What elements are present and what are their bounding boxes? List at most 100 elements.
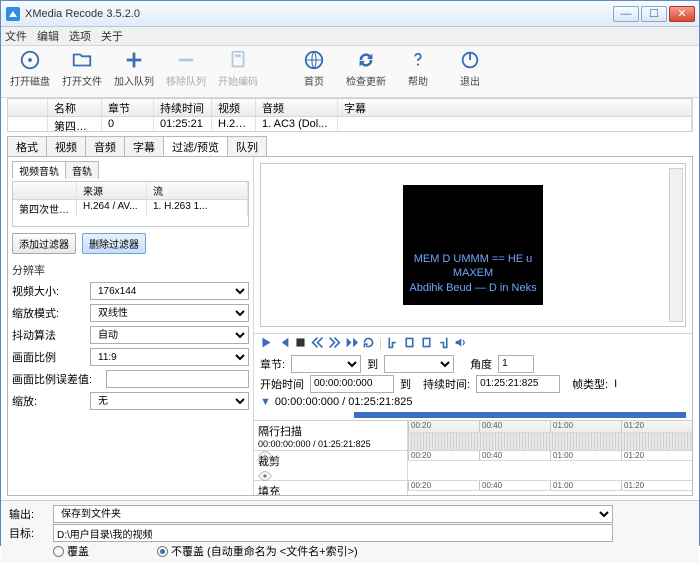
- menu-edit[interactable]: 编辑: [37, 28, 59, 44]
- tab-subtitle[interactable]: 字幕: [124, 136, 164, 156]
- main-tabs: 格式 视频 音频 字幕 过滤/预览 队列: [7, 136, 693, 156]
- track-deint-time: 00:00:00:000 / 01:25:21:825: [258, 439, 403, 449]
- scale-mode-select[interactable]: 双线性: [90, 304, 249, 322]
- mini-col-stream[interactable]: 流: [147, 182, 248, 199]
- chapter-label: 章节:: [260, 356, 285, 372]
- dur-label: 持续时间:: [423, 376, 470, 392]
- start-time-input[interactable]: [310, 375, 394, 393]
- step-play-icon[interactable]: [345, 336, 358, 352]
- step-back-icon[interactable]: [277, 336, 290, 352]
- col-name[interactable]: 名称: [48, 99, 102, 116]
- chapter-from-select[interactable]: [291, 355, 361, 373]
- duration-input[interactable]: [476, 375, 560, 393]
- tab-audio[interactable]: 音频: [85, 136, 125, 156]
- target-label: 目标:: [9, 525, 45, 541]
- player-controls: |: [254, 333, 692, 354]
- app-icon: [5, 6, 21, 22]
- mark-in-icon[interactable]: [386, 336, 399, 352]
- range-out-icon[interactable]: [420, 336, 433, 352]
- overwrite-radio[interactable]: 覆盖: [53, 543, 89, 559]
- track-pad-label: 填充: [258, 483, 403, 495]
- waveform[interactable]: [408, 433, 692, 450]
- loop-icon[interactable]: [362, 336, 375, 352]
- tab-filter-preview[interactable]: 过滤/预览: [163, 136, 228, 156]
- resolution-section: 分辨率: [12, 262, 249, 278]
- dar-error-label: 画面比例误差值:: [12, 371, 102, 387]
- frame-type-label: 帧类型:: [572, 376, 608, 392]
- window-title: XMedia Recode 3.5.2.0: [25, 8, 613, 20]
- col-audio[interactable]: 音频: [256, 99, 338, 116]
- zoom-select[interactable]: 无: [90, 392, 249, 410]
- home-button[interactable]: 首页: [291, 49, 337, 95]
- track-pad: 填充 00:2000:4001:0001:20: [254, 481, 692, 495]
- start-time-label: 开始时间: [260, 376, 304, 392]
- mute-icon[interactable]: [454, 336, 467, 352]
- add-filter-button[interactable]: 添加过滤器: [12, 233, 76, 254]
- stop-icon[interactable]: [294, 336, 307, 352]
- next-frame-icon[interactable]: [328, 336, 341, 352]
- track-crop-label: 裁剪: [258, 453, 403, 469]
- tracks: 隔行扫描 00:00:00:000 / 01:25:21:825 00:2000…: [254, 420, 692, 495]
- tab-video-track[interactable]: 视频音轨: [12, 161, 66, 179]
- close-button[interactable]: ✕: [669, 6, 695, 22]
- dither-select[interactable]: 自动: [90, 326, 249, 344]
- remove-filter-button[interactable]: 删除过滤器: [82, 233, 146, 254]
- check-update-button[interactable]: 检查更新: [343, 49, 389, 95]
- col-video[interactable]: 视频: [212, 99, 256, 116]
- track-deinterlace: 隔行扫描 00:00:00:000 / 01:25:21:825 00:2000…: [254, 421, 692, 451]
- chapter-to-select[interactable]: [384, 355, 454, 373]
- to-label: 到: [367, 356, 378, 372]
- timeline-position: 00:00:00:000 / 01:25:21:825: [275, 396, 413, 408]
- remove-queue-button: 移除队列: [163, 49, 209, 95]
- menu-about[interactable]: 关于: [101, 28, 123, 44]
- open-file-button[interactable]: 打开文件: [59, 49, 105, 95]
- toolbar: 打开磁盘 打开文件 加入队列 移除队列 开始编码 首页 检查更新 帮助 退出: [1, 46, 699, 98]
- timeline-range[interactable]: [354, 412, 686, 419]
- table-row[interactable]: 第四次世... 0 01:25:21 H.26... 1. AC3 (Dol..…: [8, 117, 692, 132]
- dar-label: 画面比例: [12, 349, 86, 365]
- menu-options[interactable]: 选项: [69, 28, 91, 44]
- play-icon[interactable]: [260, 336, 273, 352]
- minimize-button[interactable]: —: [613, 6, 639, 22]
- video-size-select[interactable]: 176x144: [90, 282, 249, 300]
- mini-col-source[interactable]: 来源: [77, 182, 147, 199]
- menu-bar: 文件 编辑 选项 关于: [1, 27, 699, 46]
- output-label: 输出:: [9, 506, 45, 522]
- tab-format[interactable]: 格式: [7, 136, 47, 156]
- range-in-icon[interactable]: [403, 336, 416, 352]
- dar-error-input[interactable]: [106, 370, 249, 388]
- preview-area: MEM D UMMM == HE u MAXEM Abdihk Beud — D…: [260, 163, 686, 327]
- help-button[interactable]: 帮助: [395, 49, 441, 95]
- no-overwrite-radio[interactable]: 不覆盖 (自动重命名为 <文件名+索引>): [157, 543, 358, 559]
- tab-queue[interactable]: 队列: [227, 136, 267, 156]
- col-chapter[interactable]: 章节: [102, 99, 154, 116]
- col-subtitle[interactable]: 字幕: [338, 99, 692, 116]
- dar-select[interactable]: 11:9: [90, 348, 249, 366]
- menu-file[interactable]: 文件: [5, 28, 27, 44]
- output-mode-select[interactable]: 保存到文件夹: [53, 505, 613, 523]
- start-encode-button: 开始编码: [215, 49, 261, 95]
- tab-audio-track[interactable]: 音轨: [65, 161, 99, 179]
- mark-out-icon[interactable]: [437, 336, 450, 352]
- col-duration[interactable]: 持续时间: [154, 99, 212, 116]
- open-disc-button[interactable]: 打开磁盘: [7, 49, 53, 95]
- tab-video[interactable]: 视频: [46, 136, 86, 156]
- prev-frame-icon[interactable]: [311, 336, 324, 352]
- track-deint-label: 隔行扫描: [258, 423, 403, 439]
- to-label2: 到: [400, 376, 411, 392]
- file-grid[interactable]: 名称 章节 持续时间 视频 音频 字幕 第四次世... 0 01:25:21 H…: [7, 98, 693, 132]
- angle-input[interactable]: [498, 355, 534, 373]
- table-row[interactable]: 第四次世界... H.264 / AV... 1. H.263 1...: [13, 200, 248, 216]
- target-path-input[interactable]: [53, 524, 613, 542]
- scale-mode-label: 缩放模式:: [12, 305, 86, 321]
- expand-icon[interactable]: ▼: [260, 396, 271, 408]
- preview-scrollbar[interactable]: [669, 168, 683, 322]
- exit-button[interactable]: 退出: [447, 49, 493, 95]
- bottom-bar: 输出: 保存到文件夹 目标: 覆盖 不覆盖 (自动重命名为 <文件名+索引>): [1, 500, 699, 563]
- add-queue-button[interactable]: 加入队列: [111, 49, 157, 95]
- frame-type-value: I: [614, 378, 617, 390]
- maximize-button[interactable]: ☐: [641, 6, 667, 22]
- preview-video: MEM D UMMM == HE u MAXEM Abdihk Beud — D…: [403, 185, 543, 305]
- stream-grid[interactable]: 来源 流 第四次世界... H.264 / AV... 1. H.263 1..…: [12, 181, 249, 227]
- preview-overlay-text: MEM D UMMM == HE u MAXEM Abdihk Beud — D…: [403, 252, 543, 295]
